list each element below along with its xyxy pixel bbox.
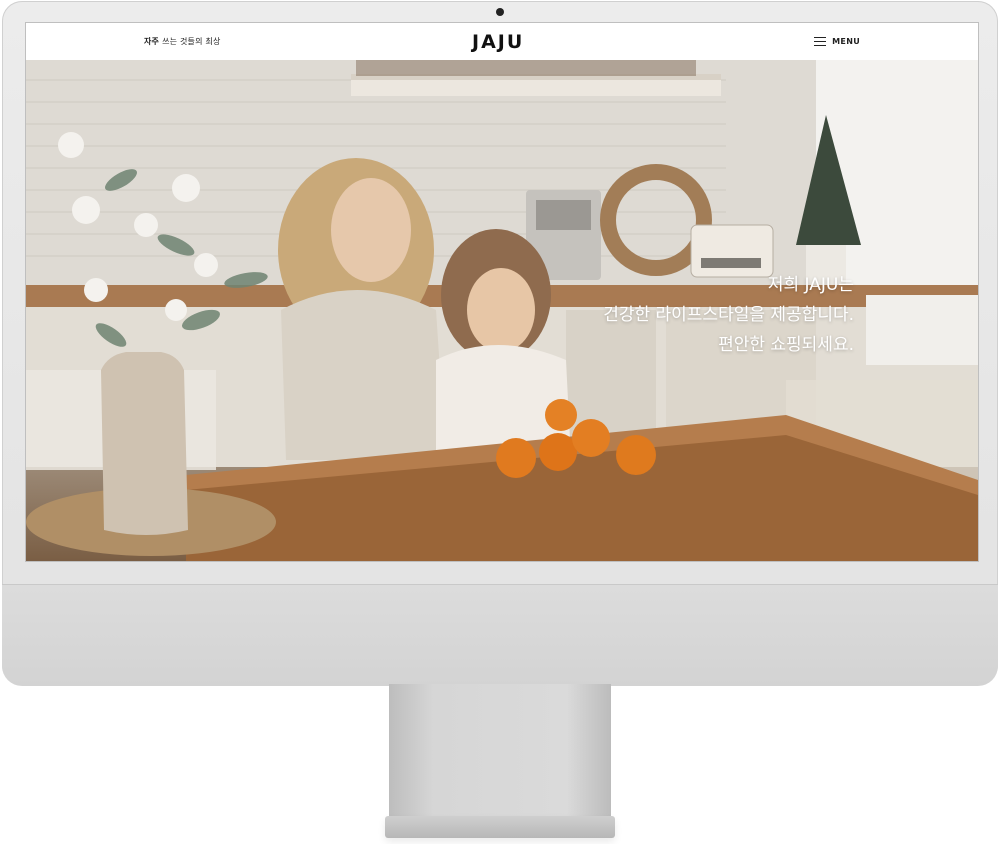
camera-icon (496, 8, 504, 16)
site-logo[interactable]: JAJU (472, 31, 524, 53)
menu-button[interactable]: MENU (814, 36, 860, 47)
hero-banner: 저희 JAJU는 건강한 라이프스타일을 제공합니다. 편안한 쇼핑되세요. (26, 60, 978, 561)
hero-line-3: 편안한 쇼핑되세요. (718, 335, 854, 355)
hero-line-2: 건강한 라이프스타일을 제공합니다. (603, 305, 854, 325)
tagline-text: 쓰는 것들의 최상 (162, 37, 221, 46)
device-mockup: 자주 쓰는 것들의 최상 JAJU MENU 저희 JAJU는 건강한 라이프스… (0, 0, 1000, 844)
monitor-stand-foot (385, 816, 615, 838)
screen: 자주 쓰는 것들의 최상 JAJU MENU 저희 JAJU는 건강한 라이프스… (25, 22, 979, 562)
tagline: 자주 쓰는 것들의 최상 (144, 36, 221, 47)
hero-text: 저희 JAJU는 건강한 라이프스타일을 제공합니다. 편안한 쇼핑되세요. (603, 270, 854, 360)
monitor-stand (389, 684, 611, 819)
hero-line-1: 저희 JAJU는 (767, 275, 854, 295)
site-header: 자주 쓰는 것들의 최상 JAJU MENU (26, 23, 978, 61)
tagline-brand: 자주 (144, 37, 160, 46)
menu-label: MENU (832, 37, 860, 46)
monitor-chin (2, 584, 998, 686)
hamburger-icon (814, 36, 827, 47)
